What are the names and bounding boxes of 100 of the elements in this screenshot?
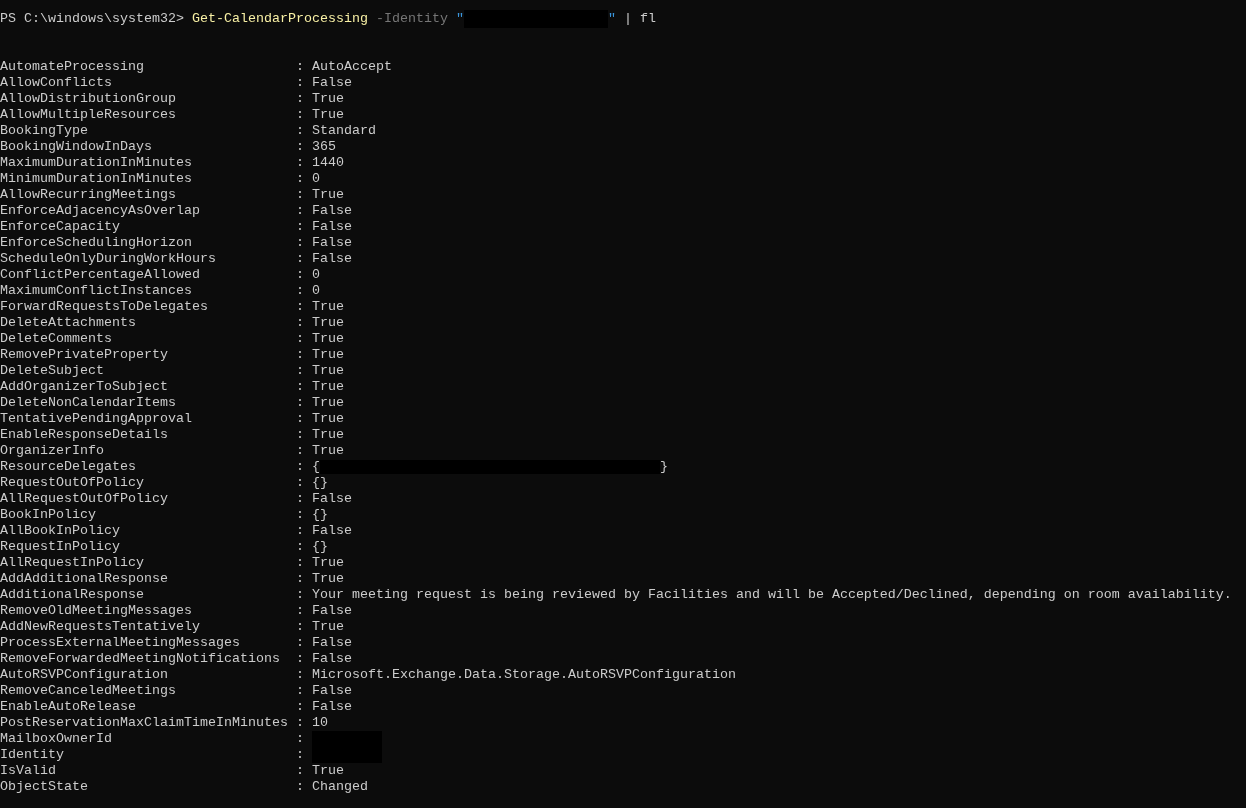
property-name: AutomateProcessing xyxy=(0,59,145,75)
property-name: RemoveCanceledMeetings xyxy=(0,683,177,699)
separator-colon: : xyxy=(296,123,304,139)
property-value: {} xyxy=(312,475,328,491)
property-value: 365 xyxy=(312,139,336,155)
property-value: True xyxy=(312,395,344,411)
pipe-command: | fl xyxy=(623,11,656,27)
property-name: DeleteNonCalendarItems xyxy=(0,395,177,411)
property-value: True xyxy=(312,107,344,123)
separator-colon: : xyxy=(296,635,304,651)
separator-colon: : xyxy=(296,219,304,235)
property-value: False xyxy=(312,603,352,619)
separator-colon: : xyxy=(296,667,304,683)
property-name: MaximumDurationInMinutes xyxy=(0,155,193,171)
property-name: EnforceSchedulingHorizon xyxy=(0,235,193,251)
separator-colon: : xyxy=(296,779,304,795)
property-value: AutoAccept xyxy=(312,59,392,75)
brace: { xyxy=(312,459,320,475)
separator-colon: : xyxy=(296,491,304,507)
property-name: ConflictPercentageAllowed xyxy=(0,267,201,283)
separator-colon: : xyxy=(296,747,304,763)
property-name: AddOrganizerToSubject xyxy=(0,379,169,395)
separator-colon: : xyxy=(296,443,304,459)
property-name: AllRequestInPolicy xyxy=(0,555,145,571)
separator-colon: : xyxy=(296,107,304,123)
property-value: False xyxy=(312,635,352,651)
property-value: False xyxy=(312,75,352,91)
property-name: AllowDistributionGroup xyxy=(0,91,177,107)
property-name: MailboxOwnerId xyxy=(0,731,113,747)
property-name: BookingType xyxy=(0,123,89,139)
property-value: True xyxy=(312,91,344,107)
property-name: AllowRecurringMeetings xyxy=(0,187,177,203)
separator-colon: : xyxy=(296,651,304,667)
property-value: True xyxy=(312,443,344,459)
property-value: True xyxy=(312,411,344,427)
property-name: ScheduleOnlyDuringWorkHours xyxy=(0,251,217,267)
property-name: AdditionalResponse xyxy=(0,587,145,603)
property-name: ProcessExternalMeetingMessages xyxy=(0,635,241,651)
property-value: True xyxy=(312,299,344,315)
separator-colon: : xyxy=(296,683,304,699)
property-value: Changed xyxy=(312,779,368,795)
property-name: TentativePendingApproval xyxy=(0,411,193,427)
property-value: False xyxy=(312,203,352,219)
separator-colon: : xyxy=(296,171,304,187)
property-name: EnableResponseDetails xyxy=(0,427,169,443)
separator-colon: : xyxy=(296,587,304,603)
separator-colon: : xyxy=(296,315,304,331)
property-value: True xyxy=(312,347,344,363)
property-name: IsValid xyxy=(0,763,57,779)
property-value: 0 xyxy=(312,267,320,283)
property-value: False xyxy=(312,235,352,251)
property-value: False xyxy=(312,523,352,539)
property-name: AutoRSVPConfiguration xyxy=(0,667,169,683)
separator-colon: : xyxy=(296,603,304,619)
separator-colon: : xyxy=(296,699,304,715)
separator-colon: : xyxy=(296,459,304,475)
property-value: Microsoft.Exchange.Data.Storage.AutoRSVPConfiguration xyxy=(312,667,736,683)
property-value: 10 xyxy=(312,715,328,731)
property-name: RequestInPolicy xyxy=(0,539,121,555)
property-name: BookingWindowInDays xyxy=(0,139,153,155)
property-value: True xyxy=(312,763,344,779)
separator-colon: : xyxy=(296,155,304,171)
property-name: RemoveForwardedMeetingNotifications xyxy=(0,651,281,667)
property-name: Identity xyxy=(0,747,65,763)
property-value: True xyxy=(312,379,344,395)
property-value: 0 xyxy=(312,171,320,187)
property-name: AllRequestOutOfPolicy xyxy=(0,491,169,507)
property-value: True xyxy=(312,315,344,331)
separator-colon: : xyxy=(296,411,304,427)
separator-colon: : xyxy=(296,235,304,251)
property-name: AllowMultipleResources xyxy=(0,107,177,123)
property-name: OrganizerInfo xyxy=(0,443,105,459)
property-value: False xyxy=(312,491,352,507)
property-name: EnforceAdjacencyAsOverlap xyxy=(0,203,201,219)
separator-colon: : xyxy=(296,251,304,267)
separator-colon: : xyxy=(296,75,304,91)
separator-colon: : xyxy=(296,763,304,779)
separator-colon: : xyxy=(296,299,304,315)
separator-colon: : xyxy=(296,139,304,155)
property-value: True xyxy=(312,331,344,347)
separator-colon: : xyxy=(296,619,304,635)
parameter-name: -Identity xyxy=(375,11,448,27)
property-name: RequestOutOfPolicy xyxy=(0,475,145,491)
separator-colon: : xyxy=(296,715,304,731)
separator-colon: : xyxy=(296,731,304,747)
separator-colon: : xyxy=(296,475,304,491)
separator-colon: : xyxy=(296,283,304,299)
property-value: True xyxy=(312,187,344,203)
separator-colon: : xyxy=(296,555,304,571)
property-name: DeleteAttachments xyxy=(0,315,137,331)
property-name: ForwardRequestsToDelegates xyxy=(0,299,209,315)
property-name: ObjectState xyxy=(0,779,89,795)
property-name: AddAdditionalResponse xyxy=(0,571,169,587)
property-name: EnableAutoRelease xyxy=(0,699,137,715)
separator-colon: : xyxy=(296,427,304,443)
property-value: True xyxy=(312,619,344,635)
separator-colon: : xyxy=(296,523,304,539)
property-value: False xyxy=(312,651,352,667)
property-value: False xyxy=(312,683,352,699)
property-value: True xyxy=(312,363,344,379)
